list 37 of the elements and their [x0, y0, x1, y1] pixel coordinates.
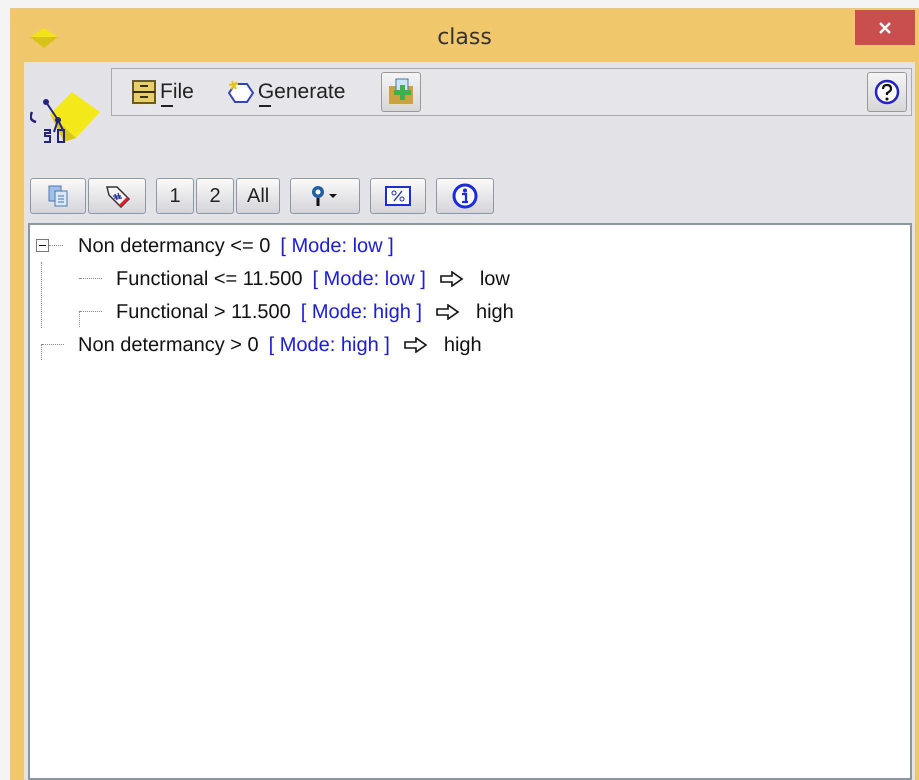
tree-condition: Functional <= 11.500 — [116, 266, 302, 292]
toolbar-button[interactable]: All — [236, 178, 280, 214]
predicted-class: high — [444, 332, 482, 358]
tree-condition: Functional > 11.500 — [116, 300, 291, 324]
cabinet-icon — [132, 80, 156, 104]
mode-label: [ Mode: low ] — [280, 234, 394, 258]
app-diamond-icon — [30, 28, 58, 48]
hexagon-icon — [228, 80, 254, 104]
mode-label: [ Mode: high ] — [300, 300, 422, 324]
close-button[interactable] — [855, 10, 915, 45]
tag-icon — [103, 184, 131, 208]
mode-label: [ Mode: high ] — [268, 332, 390, 358]
toolbar-button[interactable] — [290, 178, 360, 214]
help-icon — [874, 79, 900, 105]
toolbar-button[interactable]: 1 — [156, 178, 194, 214]
percent-icon — [385, 186, 412, 206]
mode-label: [ Mode: low ] — [312, 266, 426, 292]
window-title: class — [437, 24, 492, 52]
tree-condition: Non determancy > 0 — [78, 332, 259, 358]
predicted-class: low — [480, 266, 510, 292]
collapse-toggle[interactable] — [36, 239, 49, 252]
export-button[interactable] — [381, 72, 422, 112]
close-icon — [878, 20, 892, 34]
toolbar-button[interactable] — [436, 178, 494, 214]
toolbar-button[interactable]: 2 — [196, 178, 234, 214]
toolbar-button[interactable] — [88, 178, 146, 214]
tree-condition: Non determancy <= 0 — [78, 234, 270, 258]
arrow-right-icon — [440, 270, 464, 286]
menu-item[interactable]: Generate — [228, 76, 346, 108]
arrow-right-icon — [404, 336, 428, 352]
help-button[interactable] — [867, 72, 907, 112]
toolbar-button[interactable] — [370, 178, 426, 214]
info-icon — [451, 182, 480, 210]
menu-item[interactable]: File — [132, 76, 194, 108]
predicted-class: high — [476, 300, 514, 324]
copy-icon — [46, 184, 70, 208]
arrow-right-icon — [436, 304, 460, 320]
